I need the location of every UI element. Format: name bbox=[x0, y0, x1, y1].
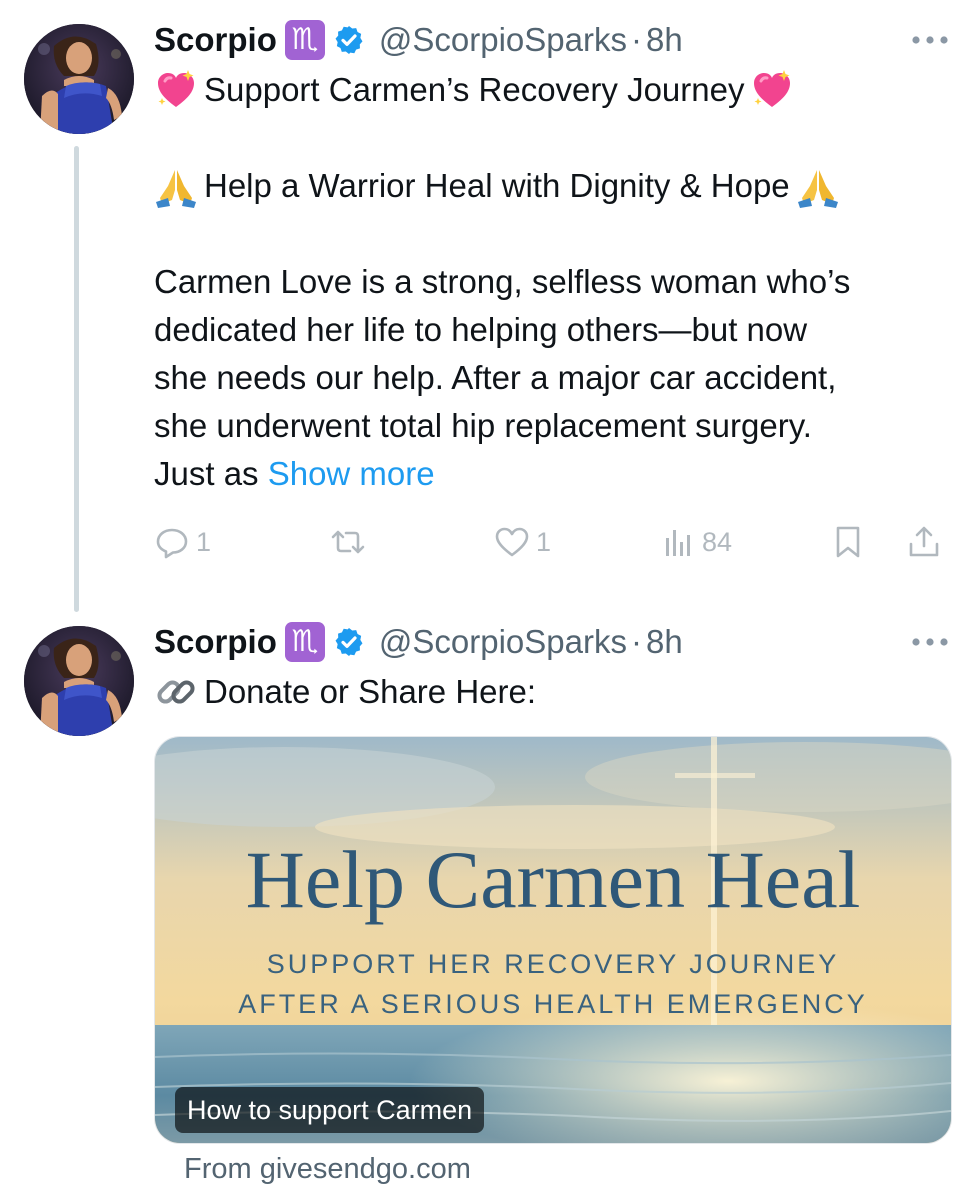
retweet-icon bbox=[331, 530, 365, 554]
tweet-actions-bar: 1 1 84 bbox=[154, 520, 954, 564]
share-icon bbox=[909, 526, 939, 557]
card-subtitle-line-2: AFTER A SERIOUS HEALTH EMERGENCY bbox=[238, 989, 868, 1019]
like-count: 1 bbox=[536, 526, 552, 557]
tweet-paragraph-line: she underwent total hip replacement surg… bbox=[154, 407, 812, 444]
tweet-header: Scorpio ♏ @ScorpioSparks · 8h bbox=[154, 18, 683, 62]
tweet-paragraph-line: dedicated her life to helping others—but… bbox=[154, 311, 808, 348]
tweet-subtitle-line: Help a Warrior Heal with Dignity & Hope bbox=[154, 162, 954, 210]
author-name[interactable]: Scorpio bbox=[154, 21, 277, 59]
card-title: Help Carmen Heal bbox=[245, 834, 861, 925]
retweet-button[interactable] bbox=[330, 520, 372, 564]
link-icon bbox=[154, 670, 198, 714]
author-handle[interactable]: @ScorpioSparks bbox=[379, 623, 627, 661]
tweet-line-text: Donate or Share Here: bbox=[204, 673, 537, 710]
bookmark-icon bbox=[836, 526, 860, 558]
author-handle[interactable]: @ScorpioSparks bbox=[379, 21, 627, 59]
more-options-icon[interactable] bbox=[910, 636, 950, 648]
reply-button[interactable]: 1 bbox=[154, 520, 211, 564]
tweet-line: Donate or Share Here: bbox=[154, 668, 954, 716]
tweet-subtitle: Help a Warrior Heal with Dignity & Hope bbox=[204, 167, 790, 204]
heart-icon bbox=[495, 527, 529, 557]
author-avatar[interactable] bbox=[24, 626, 134, 736]
link-preview-card[interactable]: Help Carmen Heal SUPPORT HER RECOVERY JO… bbox=[154, 736, 952, 1144]
sparkling-heart-icon bbox=[154, 68, 198, 112]
card-source-domain[interactable]: From givesendgo.com bbox=[184, 1153, 471, 1186]
folded-hands-icon bbox=[154, 164, 198, 208]
show-more-link[interactable]: Show more bbox=[268, 455, 435, 492]
author-avatar[interactable] bbox=[24, 24, 134, 134]
share-button[interactable] bbox=[906, 520, 942, 564]
verified-badge-icon[interactable] bbox=[333, 24, 365, 56]
tweet-paragraph-prefix: Just as bbox=[154, 455, 268, 492]
tweet-2[interactable]: Scorpio ♏ @ScorpioSparks · 8h Donate or … bbox=[0, 620, 974, 1200]
thread-connector-line bbox=[74, 146, 79, 612]
view-count: 84 bbox=[702, 526, 733, 557]
tweet-title: Support Carmen’s Recovery Journey bbox=[204, 71, 745, 108]
bookmark-button[interactable] bbox=[830, 520, 866, 564]
tweet-title-line: Support Carmen’s Recovery Journey bbox=[154, 66, 954, 114]
scorpio-zodiac-icon: ♏ bbox=[284, 622, 325, 662]
tweet-text: Support Carmen’s Recovery Journey Help a… bbox=[154, 66, 954, 498]
views-button[interactable]: 84 bbox=[660, 520, 732, 564]
separator-dot: · bbox=[630, 21, 642, 58]
separator-dot: · bbox=[630, 623, 642, 660]
card-subtitle-line-1: SUPPORT HER RECOVERY JOURNEY bbox=[266, 949, 840, 979]
author-name[interactable]: Scorpio bbox=[154, 623, 277, 661]
card-link-label[interactable]: How to support Carmen bbox=[175, 1087, 485, 1133]
like-button[interactable]: 1 bbox=[494, 520, 551, 564]
tweet-header: Scorpio ♏ @ScorpioSparks · 8h bbox=[154, 620, 683, 664]
sparkling-heart-icon bbox=[750, 68, 794, 112]
reply-count: 1 bbox=[196, 526, 212, 557]
verified-badge-icon[interactable] bbox=[333, 626, 365, 658]
scorpio-zodiac-icon: ♏ bbox=[284, 20, 325, 60]
views-chart-icon bbox=[666, 530, 690, 556]
folded-hands-icon bbox=[796, 164, 840, 208]
card-image bbox=[155, 737, 951, 1143]
tweet-paragraph-line: she needs our help. After a major car ac… bbox=[154, 359, 837, 396]
tweet-paragraph-line: Carmen Love is a strong, selfless woman … bbox=[154, 263, 851, 300]
tweet-text: Donate or Share Here: bbox=[154, 668, 954, 716]
tweet-timestamp[interactable]: 8h bbox=[646, 21, 683, 59]
reply-icon bbox=[156, 528, 188, 559]
tweet-timestamp[interactable]: 8h bbox=[646, 623, 683, 661]
more-options-icon[interactable] bbox=[910, 34, 950, 46]
tweet-paragraph-last-line: Just as Show more bbox=[154, 450, 954, 498]
tweet-1[interactable]: Scorpio ♏ @ScorpioSparks · 8h Support Ca… bbox=[0, 0, 974, 620]
